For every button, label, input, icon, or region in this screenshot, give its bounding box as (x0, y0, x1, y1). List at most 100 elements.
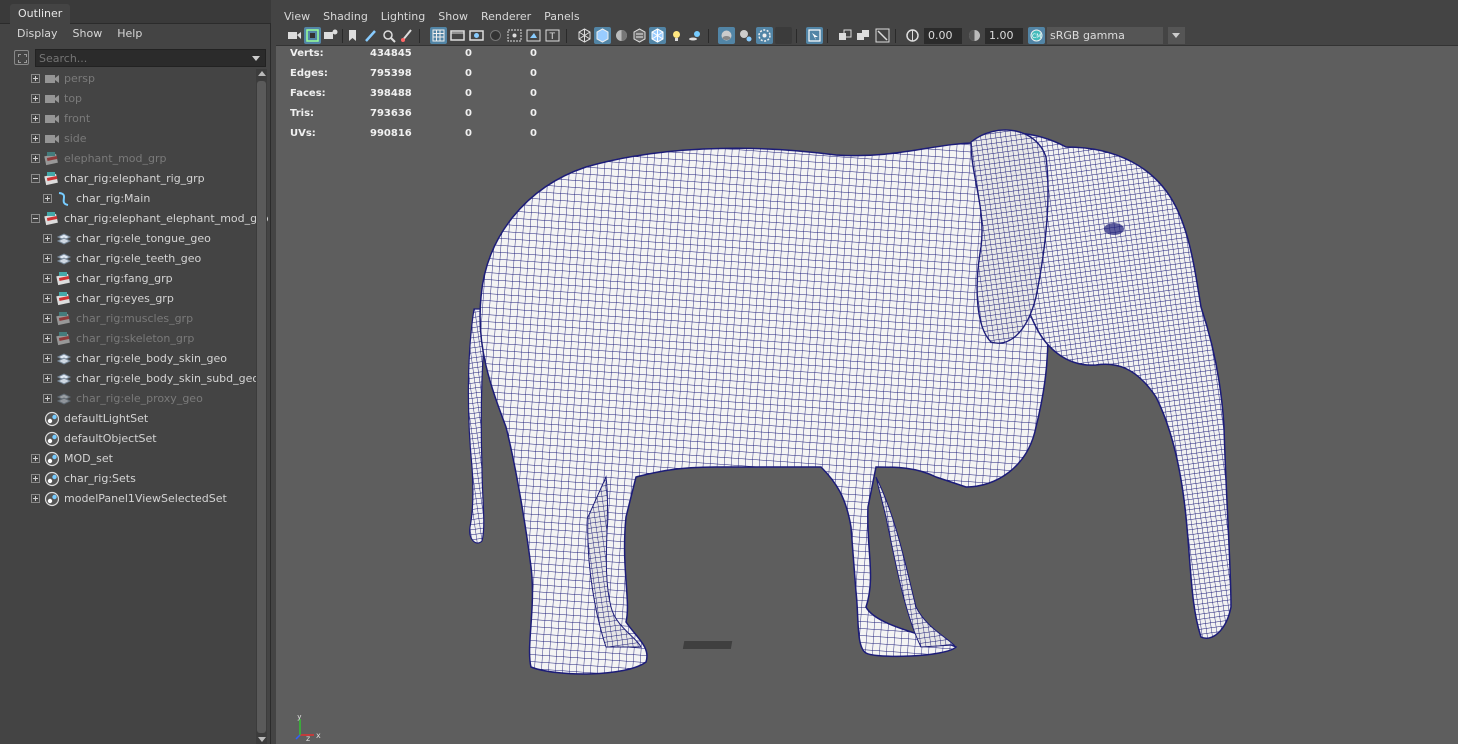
expand-plus-icon[interactable] (43, 334, 52, 343)
outliner-scrollbar[interactable] (256, 69, 267, 744)
menu-view[interactable]: View (276, 6, 310, 26)
expand-plus-icon[interactable] (43, 394, 52, 403)
tree-item[interactable]: modelPanel1ViewSelectedSet (14, 489, 256, 509)
resolution-gate-icon[interactable] (468, 27, 485, 44)
search-options-chevron-down-icon[interactable] (252, 56, 260, 61)
tree-item[interactable]: char_rig:ele_body_skin_subd_geo (14, 369, 259, 389)
isolate-select-icon[interactable] (806, 27, 823, 44)
select-camera-icon[interactable] (286, 27, 303, 44)
backface-icon[interactable] (855, 27, 872, 44)
collapse-minus-icon[interactable] (31, 174, 40, 183)
gate-mask-icon[interactable] (487, 27, 504, 44)
tree-item[interactable]: char_rig:eyes_grp (14, 289, 256, 309)
gamma-field[interactable]: 1.00 (985, 28, 1023, 44)
gamma-icon[interactable] (966, 27, 983, 44)
expand-plus-icon[interactable] (43, 314, 52, 323)
tree-item[interactable]: MOD_set (14, 449, 256, 469)
field-chart-icon[interactable] (506, 27, 523, 44)
expand-plus-icon[interactable] (31, 494, 40, 503)
elephant-mesh[interactable] (276, 47, 1458, 744)
expand-plus-icon[interactable] (31, 454, 40, 463)
motion-blur-icon[interactable] (775, 27, 792, 44)
color-management-icon[interactable]: CM (1028, 27, 1045, 44)
wireframe-on-shaded-icon[interactable] (649, 27, 666, 44)
film-gate-icon[interactable] (449, 27, 466, 44)
safe-action-icon[interactable] (525, 27, 542, 44)
expand-plus-icon[interactable] (31, 94, 40, 103)
menu-show[interactable]: Show (67, 24, 112, 44)
tree-item-label: front (64, 112, 91, 125)
textured-icon[interactable] (631, 27, 648, 44)
menu-panels[interactable]: Panels (536, 6, 579, 26)
ambient-occlusion-icon[interactable] (756, 27, 773, 44)
menu-show-panel[interactable]: Show (430, 6, 468, 26)
wireframe-icon[interactable] (576, 27, 593, 44)
menu-display[interactable]: Display (0, 24, 67, 44)
tree-item[interactable]: defaultObjectSet (14, 429, 256, 449)
collapse-minus-icon[interactable] (31, 214, 40, 223)
tree-item[interactable]: side (14, 129, 256, 149)
search-input[interactable] (35, 49, 266, 67)
bookmark-icon[interactable] (344, 27, 361, 44)
grease-pencil-icon[interactable] (362, 27, 379, 44)
expand-plus-icon[interactable] (31, 134, 40, 143)
tree-item[interactable]: char_rig:muscles_grp (14, 309, 256, 329)
expand-plus-icon[interactable] (43, 254, 52, 263)
menu-renderer[interactable]: Renderer (473, 6, 531, 26)
wireframe-toggle-icon[interactable] (837, 27, 854, 44)
expand-plus-icon[interactable] (31, 74, 40, 83)
filter-icon[interactable] (14, 50, 29, 65)
tree-item[interactable]: char_rig:ele_body_skin_geo (14, 349, 256, 369)
menu-help[interactable]: Help (111, 24, 151, 44)
menu-shading[interactable]: Shading (315, 6, 368, 26)
lights-icon[interactable] (668, 27, 685, 44)
menu-lighting[interactable]: Lighting (373, 6, 425, 26)
exposure-field[interactable]: 0.00 (924, 28, 962, 44)
scroll-up-arrow-icon[interactable] (258, 71, 266, 76)
tree-item[interactable]: char_rig:fang_grp (14, 269, 256, 289)
expand-plus-icon[interactable] (31, 474, 40, 483)
tree-item[interactable]: char_rig:Sets (14, 469, 256, 489)
tree-item[interactable]: front (14, 109, 256, 129)
xray-icon[interactable] (718, 27, 735, 44)
colorspace-chevron-down-icon[interactable] (1168, 27, 1185, 44)
tree-item[interactable]: char_rig:elephant_elephant_mod_grp (14, 209, 269, 229)
safe-title-icon[interactable]: T (544, 27, 561, 44)
exposure-icon[interactable] (904, 27, 921, 44)
xray-active-icon[interactable] (737, 27, 754, 44)
tree-item[interactable]: char_rig:ele_proxy_geo (14, 389, 256, 409)
2d-pan-zoom-icon[interactable] (874, 27, 891, 44)
brush-icon[interactable] (398, 27, 415, 44)
tree-item[interactable]: elephant_mod_grp (14, 149, 256, 169)
3d-viewport[interactable]: Verts: 434845 0 0 Edges: 795398 0 0 Faces: 398488… (276, 47, 1458, 744)
tree-item[interactable]: char_rig:Main (14, 189, 256, 209)
outliner-tab[interactable]: Outliner (10, 4, 71, 24)
camera-icon (44, 111, 60, 127)
tree-item[interactable]: defaultLightSet (14, 409, 256, 429)
expand-plus-icon[interactable] (43, 194, 52, 203)
expand-plus-icon[interactable] (43, 374, 52, 383)
tree-item[interactable]: char_rig:skeleton_grp (14, 329, 256, 349)
tree-item[interactable]: char_rig:elephant_rig_grp (14, 169, 256, 189)
expand-plus-icon[interactable] (43, 234, 52, 243)
tree-item[interactable]: persp (14, 69, 256, 89)
tree-item-label: defaultLightSet (64, 412, 149, 425)
expand-plus-icon[interactable] (31, 114, 40, 123)
tree-item[interactable]: top (14, 89, 256, 109)
default-material-icon[interactable] (613, 27, 630, 44)
tree-item[interactable]: char_rig:ele_tongue_geo (14, 229, 256, 249)
tree-item[interactable]: char_rig:ele_teeth_geo (14, 249, 256, 269)
expand-plus-icon[interactable] (43, 274, 52, 283)
scroll-down-arrow-icon[interactable] (258, 737, 266, 742)
expand-plus-icon[interactable] (43, 354, 52, 363)
colorspace-select[interactable]: sRGB gamma (1047, 27, 1163, 44)
grid-icon[interactable] (430, 27, 447, 44)
expand-plus-icon[interactable] (31, 154, 40, 163)
image-plane-icon[interactable] (380, 27, 397, 44)
scroll-thumb[interactable] (257, 81, 266, 733)
camera-attributes-icon[interactable] (304, 27, 321, 44)
expand-plus-icon[interactable] (43, 294, 52, 303)
shadows-icon[interactable] (687, 27, 704, 44)
smooth-shade-icon[interactable] (594, 27, 611, 44)
bookmark-camera-icon[interactable] (322, 27, 339, 44)
